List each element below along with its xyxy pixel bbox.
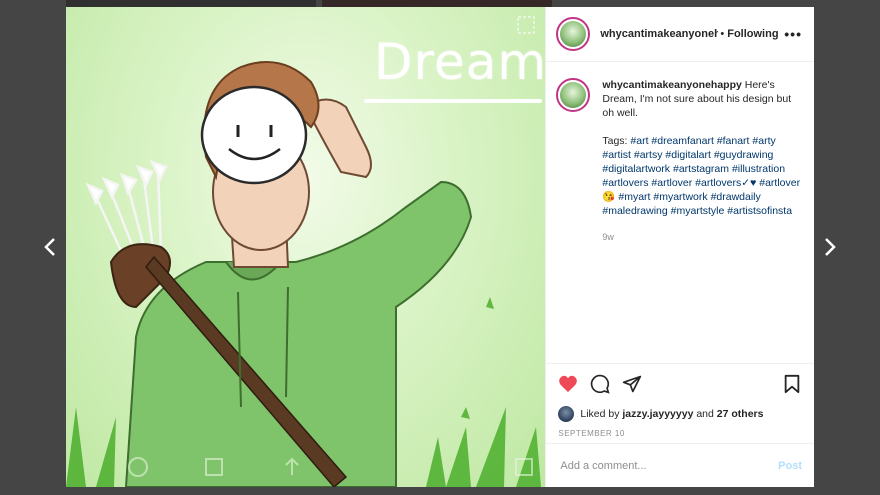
title-underline — [364, 99, 542, 103]
hashtag-link[interactable]: #artistsofinsta — [727, 205, 792, 217]
chevron-right-icon — [825, 238, 836, 256]
post-date[interactable]: SEPTEMBER 10 — [546, 425, 814, 443]
tags-label: Tags: — [602, 135, 628, 147]
share-button[interactable] — [620, 372, 644, 396]
hashtag-link[interactable]: #artist — [602, 149, 631, 161]
caption-username[interactable]: whycantimakeanyonehappy — [602, 79, 741, 91]
comments-section: whycantimakeanyonehappy Here's Dream, I'… — [546, 62, 814, 363]
save-button[interactable] — [780, 372, 804, 396]
share-icon — [623, 375, 642, 392]
following-button[interactable]: Following — [727, 28, 778, 40]
hashtag-link[interactable]: #digitalart — [665, 149, 711, 161]
hashtag-link[interactable]: #fanart — [717, 135, 750, 147]
header-username[interactable]: whycantimakeanyonehappy — [600, 28, 718, 40]
heart-icon — [559, 375, 578, 392]
post-modal: Dream whycantimakeanyonehappy • Followin… — [66, 7, 814, 487]
image-title-text: Dream — [374, 33, 546, 91]
hashtag-link[interactable]: #artsy — [634, 149, 663, 161]
hashtag-link[interactable]: #drawdaily — [711, 191, 761, 203]
avatar[interactable] — [556, 17, 591, 51]
hashtag-link[interactable]: #myartwork — [653, 191, 707, 203]
hashtag-link[interactable]: #arty — [752, 135, 775, 147]
hashtag-link[interactable]: #digitalartwork — [602, 163, 670, 175]
separator-dot: • — [720, 28, 725, 40]
action-bar — [546, 363, 814, 403]
caption: whycantimakeanyonehappy Here's Dream, I'… — [556, 78, 804, 244]
comment-button[interactable] — [588, 372, 612, 396]
tags-block: Tags: #art #dreamfanart #fanart #arty #a… — [602, 134, 802, 218]
post-header: whycantimakeanyonehappy • Following ••• — [546, 7, 814, 62]
post-comment-button[interactable]: Post — [778, 460, 802, 472]
hashtag-link[interactable]: #myart — [618, 191, 650, 203]
hashtag-link[interactable]: #artlover — [651, 177, 692, 189]
more-options-icon[interactable]: ••• — [784, 26, 802, 42]
hashtag-link[interactable]: #artlovers — [602, 177, 648, 189]
caption-body: whycantimakeanyonehappy Here's Dream, I'… — [602, 78, 802, 244]
hashtag-link[interactable]: #dreamfanart — [651, 135, 713, 147]
hashtag-link[interactable]: #artstagram — [673, 163, 729, 175]
caption-avatar[interactable] — [556, 78, 591, 112]
likes-row: Liked by jazzy.jayyyyyy and 27 others — [546, 403, 814, 425]
next-post-button[interactable] — [816, 232, 844, 262]
bookmark-icon — [784, 374, 800, 393]
comment-input[interactable] — [558, 458, 779, 473]
hashtag-list: #art #dreamfanart #fanart #arty #artist … — [602, 135, 800, 217]
hashtag-link[interactable]: #illustration — [732, 163, 785, 175]
comment-icon — [591, 374, 610, 394]
liker-username[interactable]: jazzy.jayyyyyy — [622, 408, 693, 420]
previous-post-button[interactable] — [36, 232, 64, 262]
likes-others[interactable]: 27 others — [717, 408, 764, 420]
likes-and: and — [696, 408, 714, 420]
post-image[interactable]: Dream — [66, 7, 546, 487]
hashtag-link[interactable]: #myartstyle — [671, 205, 725, 217]
chevron-left-icon — [44, 238, 55, 256]
hashtag-link[interactable]: #maledrawing — [602, 205, 667, 217]
hashtag-link[interactable]: #art — [630, 135, 648, 147]
post-time[interactable]: 9w — [602, 230, 802, 244]
hashtag-link[interactable]: #guydrawing — [714, 149, 774, 161]
post-sidebar: whycantimakeanyonehappy • Following ••• … — [545, 7, 814, 487]
comment-form: Post — [546, 443, 814, 487]
like-button[interactable] — [556, 372, 580, 396]
liker-avatar[interactable] — [558, 406, 575, 422]
hashtag-link[interactable]: #artlovers✓♥ — [695, 177, 756, 189]
likes-prefix: Liked by — [580, 408, 620, 420]
